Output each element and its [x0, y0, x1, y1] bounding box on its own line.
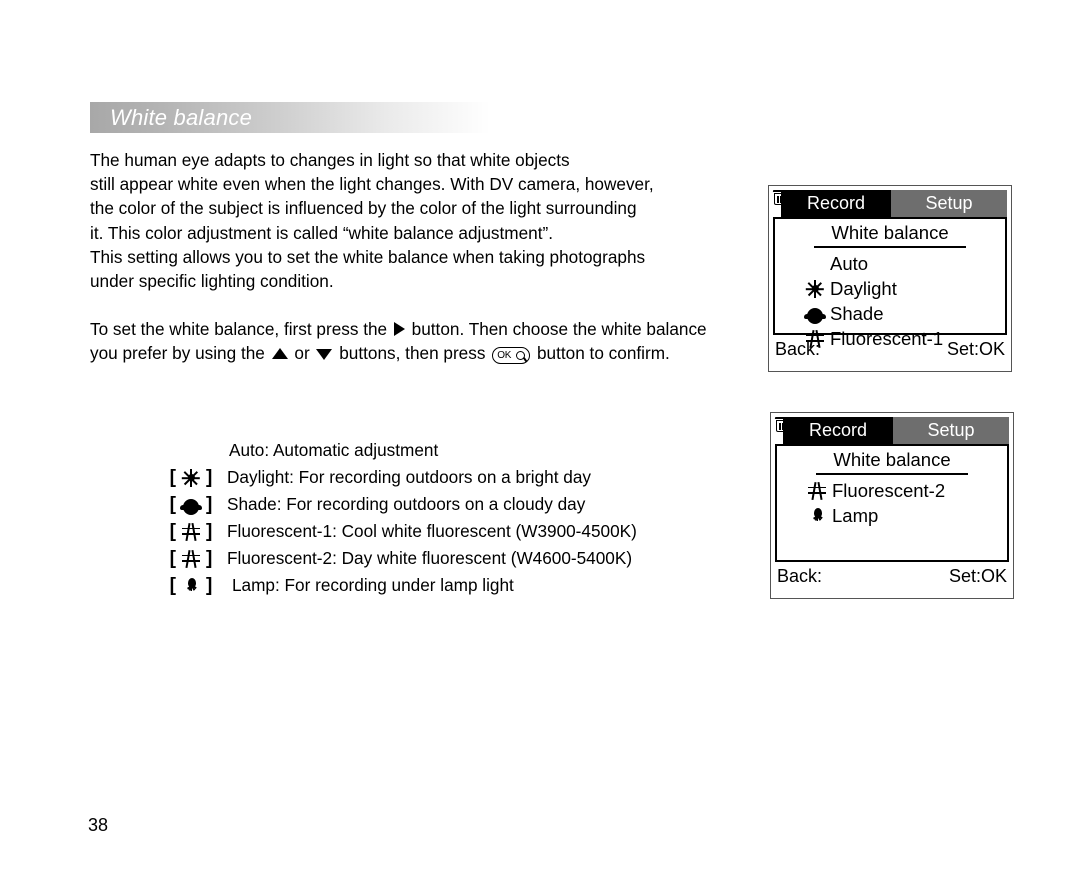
lcd-title-underline	[814, 246, 966, 248]
intro-paragraph: The human eye adapts to changes in light…	[90, 150, 654, 292]
lcd-menu-item-fluorescent-2[interactable]: Fluorescent-2	[777, 478, 1007, 503]
tab-setup[interactable]: Setup	[891, 190, 1007, 217]
howto-text-part3: you prefer by using the	[90, 343, 270, 364]
fluorescent-icon	[806, 329, 824, 348]
ok-button-icon: OK	[492, 347, 531, 365]
howto-text-part1: To set the white balance, first press th…	[90, 319, 392, 339]
camera-lcd-screen-2: Record Setup White balance Fluorescent-2	[770, 412, 1014, 599]
sun-icon	[182, 468, 201, 487]
list-item-label: Shade: For recording outdoors on a cloud…	[227, 494, 586, 514]
lcd-menu-item-label: Auto	[830, 252, 869, 274]
lcd-item-icon-slot	[805, 481, 829, 500]
fluorescent-icon	[182, 522, 200, 541]
bracket-close: ]	[206, 575, 213, 596]
list-item: Auto: Automatic adjustment	[155, 437, 637, 464]
lcd-menu-item-fluorescent-1[interactable]: Fluorescent-1	[775, 326, 1005, 351]
legend-icon-slot	[176, 549, 206, 568]
legend-icon-bracket: [ ]	[155, 522, 227, 541]
bracket-close: ]	[206, 467, 213, 488]
lcd-menu-title: White balance	[831, 222, 949, 243]
legend-icon-bracket: [ ]	[155, 549, 227, 568]
lcd-set-label: Set:OK	[948, 565, 1007, 586]
lcd-menu-item-lamp[interactable]: Lamp	[777, 503, 1007, 528]
lcd-menu-item-label: Lamp	[832, 504, 879, 526]
howto-text-part6: button to confirm.	[532, 343, 670, 364]
fluorescent-icon	[808, 481, 826, 500]
list-item: [ ] Fluorescent-1: Cool white fluorescen…	[155, 518, 637, 545]
howto-text-part2: button. Then choose the white balance	[406, 319, 707, 339]
lcd-menu-body: White balance Auto Daylight Shade Fluore…	[773, 217, 1007, 349]
legend-icon-slot	[176, 468, 206, 487]
up-arrow-button-icon	[271, 348, 288, 360]
lcd-menu-item-label: Shade	[830, 302, 884, 324]
list-item: [ ] Lamp: For recording under lamp light	[155, 572, 637, 599]
lcd-menu-item-label: Fluorescent-2	[832, 479, 946, 501]
ok-button-label: OK	[497, 350, 512, 362]
lcd-back-control[interactable]: Back:	[774, 417, 838, 587]
lcd-menu-title: White balance	[833, 449, 951, 470]
page-number: 38	[88, 815, 109, 835]
lcd-footer-bar: Back: Set:OK	[774, 417, 1009, 590]
list-item-label: Daylight: For recording outdoors on a br…	[227, 467, 592, 487]
lcd-menu-item-label: Fluorescent-1	[830, 327, 944, 349]
howto-text-part5: buttons, then press	[334, 343, 491, 364]
tab-setup[interactable]: Setup	[893, 417, 1009, 444]
lcd-menu-item-daylight[interactable]: Daylight	[775, 276, 1005, 301]
bracket-close: ]	[206, 548, 213, 569]
section-header-bar: White balance	[90, 102, 490, 133]
lcd-tab-bar: Record Setup	[783, 417, 1009, 444]
list-item-label: Lamp: For recording under lamp light	[232, 575, 514, 595]
lamp-icon	[808, 507, 826, 525]
legend-icon-slot	[176, 577, 206, 595]
legend-icon-bracket: [ ]	[155, 494, 227, 515]
magnifier-icon	[516, 350, 526, 360]
white-balance-legend-list: Auto: Automatic adjustment [ ] Daylight:…	[155, 437, 637, 599]
lcd-back-label: Back:	[777, 565, 823, 586]
list-item: [ ] Daylight: For recording outdoors on …	[155, 464, 637, 491]
lcd-title-underline	[816, 473, 968, 475]
fluorescent-icon	[182, 549, 200, 568]
lcd-menu-item-shade[interactable]: Shade	[775, 301, 1005, 326]
lcd-item-icon-slot	[803, 279, 827, 298]
legend-icon-bracket: [ ]	[155, 576, 227, 595]
bracket-close: ]	[206, 521, 213, 542]
lcd-tab-bar: Record Setup	[781, 190, 1007, 217]
cloud-icon	[804, 308, 826, 324]
trash-icon	[774, 417, 838, 584]
tab-record[interactable]: Record	[783, 417, 893, 444]
howto-paragraph: To set the white balance, first press th…	[90, 317, 780, 365]
sun-icon	[806, 279, 825, 298]
lcd-item-icon-slot	[803, 329, 827, 348]
bracket-close: ]	[206, 494, 213, 515]
lcd-item-icon-slot	[805, 507, 829, 525]
lcd-menu-item-label: Daylight	[830, 277, 897, 299]
howto-text-part4: or	[289, 343, 315, 364]
lcd-menu-item-auto[interactable]: Auto	[775, 251, 1005, 276]
list-item-label: Fluorescent-1: Cool white fluorescent (W…	[227, 521, 637, 541]
list-item-label: Auto: Automatic adjustment	[229, 440, 439, 460]
lamp-icon	[182, 577, 200, 595]
page-title: White balance	[110, 104, 253, 130]
camera-lcd-screen-1: Record Setup White balance Auto Daylight	[768, 185, 1012, 372]
cloud-icon	[180, 499, 202, 515]
right-arrow-button-icon	[393, 322, 405, 337]
list-item-label: Fluorescent-2: Day white fluorescent (W4…	[227, 548, 633, 568]
list-item: [ ] Shade: For recording outdoors on a c…	[155, 491, 637, 518]
lcd-item-icon-slot	[803, 308, 827, 324]
legend-icon-bracket: [ ]	[155, 468, 227, 487]
legend-icon-slot	[176, 522, 206, 541]
list-item: [ ] Fluorescent-2: Day white fluorescent…	[155, 545, 637, 572]
down-arrow-button-icon	[316, 349, 333, 361]
tab-record[interactable]: Record	[781, 190, 891, 217]
legend-icon-slot	[176, 499, 206, 515]
lcd-menu-body: White balance Fluorescent-2 Lamp	[775, 444, 1009, 562]
